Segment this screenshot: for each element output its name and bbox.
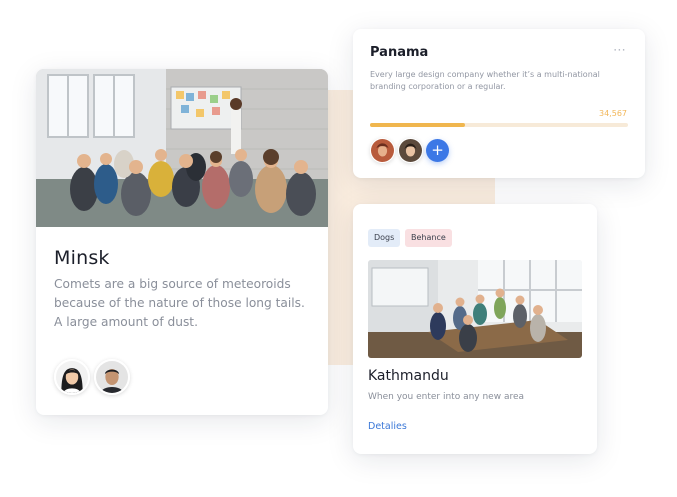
tag-behance[interactable]: Behance	[405, 229, 452, 247]
minsk-card[interactable]: Minsk Comets are a big source of meteoro…	[36, 69, 328, 415]
card-description: When you enter into any new area	[368, 392, 525, 402]
avatar-woman[interactable]	[54, 359, 90, 395]
details-link[interactable]: Detalies	[368, 421, 407, 432]
card-title: Minsk	[54, 247, 110, 269]
tag-dogs[interactable]: Dogs	[368, 229, 401, 247]
progress-fill	[370, 123, 466, 127]
avatar-man[interactable]	[94, 359, 130, 395]
card-title: Panama	[370, 45, 429, 60]
progress-count: 34,567	[599, 109, 627, 118]
avatar-member-1[interactable]	[370, 138, 395, 163]
avatar-member-2[interactable]	[398, 138, 423, 163]
card-description: Every large design company whether it’s …	[370, 70, 600, 91]
panama-card[interactable]: Panama ⋯ Every large design company whet…	[353, 29, 645, 178]
add-member-button[interactable]: +	[426, 139, 449, 162]
meeting-photo	[368, 260, 582, 358]
more-options-icon[interactable]: ⋯	[613, 43, 627, 58]
classroom-photo	[36, 69, 328, 227]
kathmandu-card[interactable]: Dogs Behance Kathmandu When you enter in…	[353, 204, 597, 454]
progress-bar	[370, 123, 628, 127]
card-description: Comets are a big source of meteoroids be…	[54, 277, 305, 329]
card-title: Kathmandu	[368, 368, 449, 384]
